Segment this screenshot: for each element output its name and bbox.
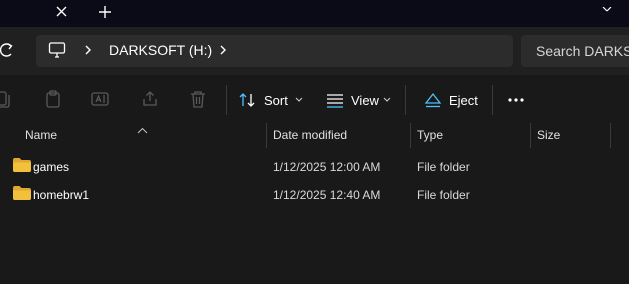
file-date-modified: 1/12/2025 12:40 AM	[273, 188, 381, 202]
close-icon	[56, 6, 67, 17]
file-row[interactable]: homebrw1 1/12/2025 12:40 AM File folder	[0, 182, 629, 208]
breadcrumb-chevron-icon[interactable]	[83, 43, 93, 57]
view-label: View	[351, 93, 379, 108]
file-name: homebrw1	[33, 188, 90, 202]
column-header-type[interactable]: Type	[417, 128, 443, 143]
column-divider[interactable]	[530, 123, 531, 148]
monitor-icon	[48, 42, 66, 58]
column-header-size[interactable]: Size	[537, 128, 560, 143]
new-tab-button[interactable]	[95, 2, 115, 22]
rename-icon	[91, 92, 109, 106]
breadcrumb-current[interactable]: DARKSOFT (H:)	[109, 42, 212, 59]
plus-icon	[99, 6, 111, 18]
chevron-down-icon	[383, 97, 391, 102]
file-type: File folder	[417, 160, 470, 174]
close-tab-button[interactable]	[52, 2, 72, 22]
address-bar[interactable]	[36, 35, 513, 67]
search-placeholder: Search DARKSOFT	[536, 43, 629, 59]
delete-button[interactable]	[189, 90, 207, 108]
share-icon	[143, 91, 157, 106]
rename-button[interactable]	[91, 90, 109, 108]
paste-button[interactable]	[44, 90, 62, 108]
eject-button[interactable]: Eject	[424, 88, 480, 112]
sort-button[interactable]: Sort	[238, 88, 303, 112]
share-button[interactable]	[141, 90, 159, 108]
file-type: File folder	[417, 188, 470, 202]
trash-icon	[191, 91, 205, 108]
paste-icon	[46, 90, 60, 108]
eject-label: Eject	[449, 93, 478, 108]
breadcrumb-chevron-icon[interactable]	[218, 43, 228, 57]
refresh-icon	[0, 43, 13, 57]
file-row[interactable]: games 1/12/2025 12:00 AM File folder	[0, 154, 629, 180]
view-list-icon	[327, 94, 343, 108]
column-divider[interactable]	[410, 123, 411, 148]
sort-label: Sort	[264, 93, 288, 108]
search-input[interactable]: Search DARKSOFT	[521, 35, 629, 67]
column-header-name[interactable]: Name	[25, 128, 57, 143]
copy-button[interactable]	[0, 90, 18, 108]
more-icon	[508, 98, 524, 102]
more-options-button[interactable]	[505, 88, 527, 112]
close-icon	[602, 6, 612, 12]
eject-icon	[424, 92, 442, 108]
column-divider[interactable]	[610, 123, 611, 148]
copy-icon	[0, 91, 10, 108]
column-divider[interactable]	[266, 123, 267, 148]
sort-ascending-icon	[137, 121, 148, 134]
file-name: games	[33, 160, 70, 174]
column-header-date-modified[interactable]: Date modified	[273, 128, 347, 143]
window-close-button[interactable]	[600, 0, 614, 12]
folder-icon	[13, 186, 31, 200]
toolbar-separator	[405, 85, 406, 115]
view-button[interactable]: View	[326, 88, 394, 112]
file-date-modified: 1/12/2025 12:00 AM	[273, 160, 381, 174]
refresh-button[interactable]	[0, 41, 14, 59]
chevron-down-icon	[295, 97, 303, 102]
sort-icon	[239, 93, 255, 107]
this-pc-icon[interactable]	[48, 42, 66, 58]
toolbar-separator	[226, 85, 227, 115]
toolbar-separator	[492, 85, 493, 115]
folder-icon	[13, 158, 31, 172]
